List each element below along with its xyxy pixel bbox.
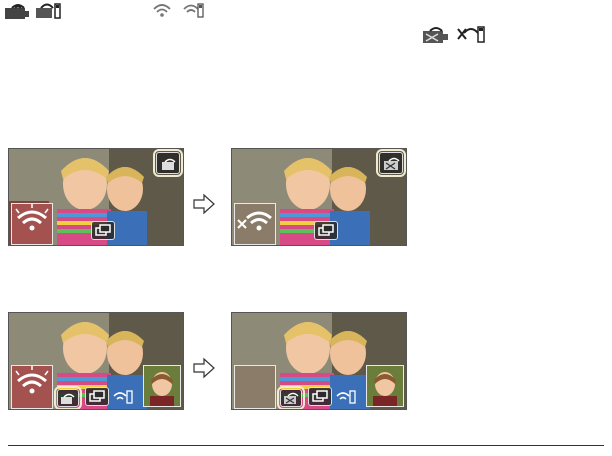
wifi-signal-icon bbox=[12, 366, 52, 408]
wifi-remote-badge bbox=[113, 389, 135, 404]
top-left-screen bbox=[8, 148, 184, 246]
camera-wifi-disconnected-icon bbox=[422, 26, 450, 44]
wifi-icon bbox=[152, 1, 172, 19]
wifi-remote-badge bbox=[336, 389, 358, 404]
second-camera-image bbox=[367, 366, 403, 406]
page-divider bbox=[8, 445, 604, 446]
sub-view-disconnected bbox=[234, 365, 276, 409]
second-sub-view bbox=[143, 365, 181, 407]
swap-view-button[interactable] bbox=[91, 221, 115, 240]
swap-view-button[interactable] bbox=[85, 387, 109, 406]
arrow-right-icon bbox=[192, 356, 216, 380]
arrow-right-icon bbox=[192, 192, 216, 216]
camera-wifi-status-badge bbox=[54, 386, 82, 409]
sub-view bbox=[11, 365, 53, 409]
swap-view-button[interactable] bbox=[314, 221, 338, 240]
second-camera-image bbox=[144, 366, 180, 406]
bottom-right-screen bbox=[231, 312, 407, 410]
swap-view-button[interactable] bbox=[308, 387, 332, 406]
camera-wifi-remote-icon bbox=[35, 1, 65, 19]
second-sub-view bbox=[366, 365, 404, 407]
camera-wifi-icon bbox=[4, 2, 30, 20]
bottom-left-screen bbox=[8, 312, 184, 410]
sub-view-disconnected bbox=[234, 203, 276, 245]
remote-disconnected-icon bbox=[456, 25, 488, 43]
wifi-disconnected-icon bbox=[235, 204, 275, 244]
wifi-remote-icon bbox=[183, 1, 207, 19]
camera-wifi-status-badge bbox=[153, 149, 183, 177]
top-right-screen bbox=[231, 148, 407, 246]
camera-wifi-disconnected-badge bbox=[376, 149, 406, 177]
sub-view bbox=[11, 203, 53, 245]
camera-wifi-disconnected-badge bbox=[277, 386, 305, 409]
wifi-signal-icon bbox=[12, 204, 52, 244]
